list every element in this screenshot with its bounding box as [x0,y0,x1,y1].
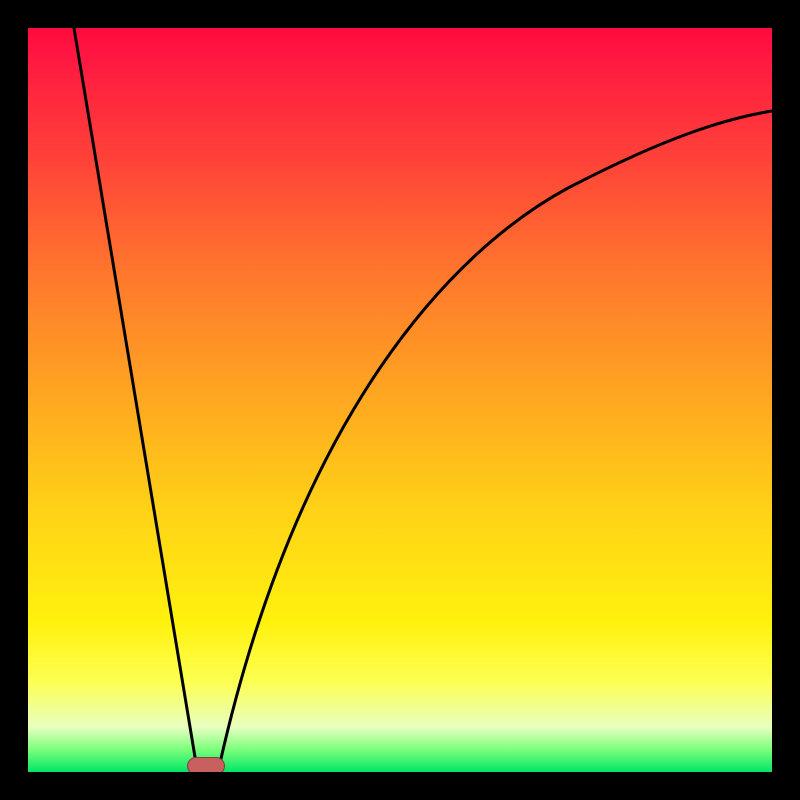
frame-top [0,0,800,28]
frame-right [772,0,800,800]
curve-svg [28,28,772,772]
frame-left [0,0,28,800]
bottleneck-curve [74,28,772,772]
frame-bottom [0,772,800,800]
plot-area [28,28,772,772]
